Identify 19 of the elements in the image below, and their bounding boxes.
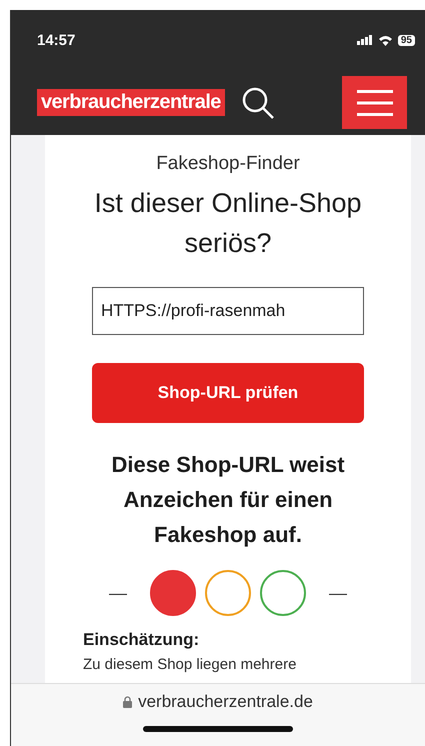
finder-title: Ist dieser Online-Shop seriös? <box>93 187 363 260</box>
menu-icon <box>356 90 392 116</box>
menu-button[interactable] <box>342 76 407 129</box>
url-input-field[interactable]: HTTPS://profi-rasenmah <box>92 287 364 335</box>
signal-icon <box>356 35 373 45</box>
status-time: 14:57 <box>37 32 76 48</box>
result-message: Diese Shop-URL weist Anzeichen für einen Fakeshop auf. <box>110 451 346 549</box>
wifi-icon <box>378 34 393 46</box>
address-text[interactable]: verbraucherzentrale.de <box>138 692 313 712</box>
site-logo[interactable]: verbraucherzentrale <box>37 89 225 116</box>
scale-dash: — <box>329 582 347 604</box>
assessment-text: Zu diesem Shop liegen mehrere <box>83 656 298 673</box>
scale-dash: — <box>109 582 127 604</box>
check-url-button[interactable]: Shop-URL prüfen <box>92 363 364 423</box>
lock-icon <box>123 696 132 708</box>
finder-kicker: Fakeshop-Finder <box>156 153 300 175</box>
battery-level: 95 <box>398 34 415 46</box>
search-icon[interactable] <box>240 86 275 120</box>
assessment-label: Einschätzung: <box>83 630 200 650</box>
